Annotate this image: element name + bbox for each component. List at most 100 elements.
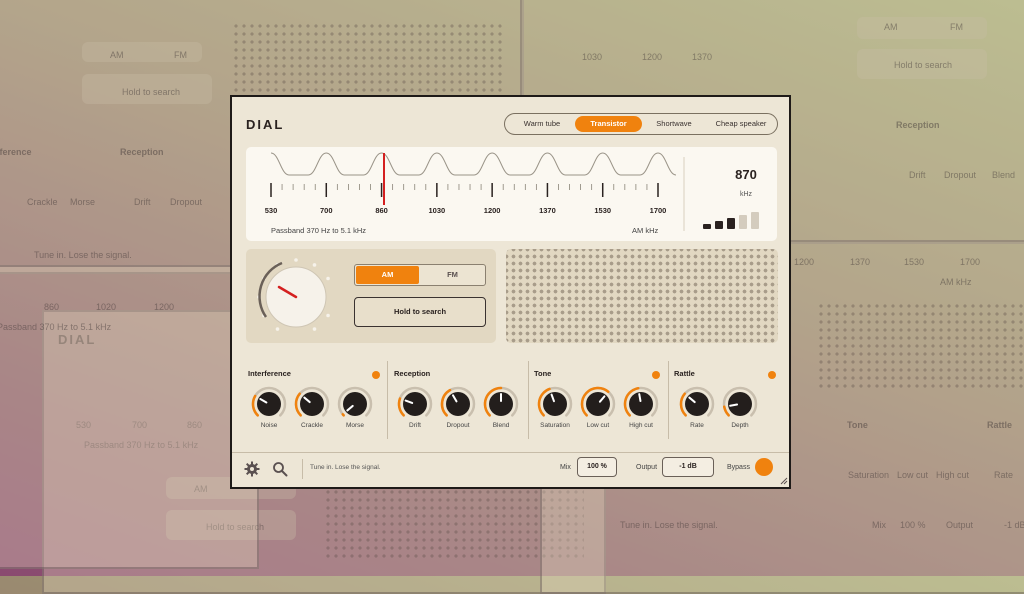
ghost-s-1370b: 1370 bbox=[850, 257, 871, 267]
tuner-panel: AM FM Hold to search bbox=[246, 249, 496, 343]
search-icon[interactable] bbox=[272, 461, 288, 477]
ghost-rattle: Rattle bbox=[987, 420, 1013, 430]
ghost-dropout: Dropout bbox=[170, 197, 203, 207]
scale-label: 530 bbox=[265, 206, 278, 215]
ghost-output: Output bbox=[946, 520, 974, 530]
ghost-am-2: AM bbox=[884, 22, 898, 32]
ghost-s-1200c: 1200 bbox=[154, 302, 175, 312]
tuner-dot bbox=[326, 313, 330, 318]
frequency-unit: kHz bbox=[739, 191, 753, 198]
preset-warm-tube[interactable]: Warm tube bbox=[509, 116, 575, 132]
ghost-reception: Reception bbox=[120, 147, 164, 157]
ghost-s-1030: 1030 bbox=[582, 52, 603, 62]
knob-body bbox=[257, 392, 281, 416]
knob-body bbox=[685, 392, 709, 416]
preset-selector: Warm tube Transistor Shortwave Cheap spe… bbox=[504, 113, 778, 135]
knob-pointer bbox=[729, 403, 739, 407]
signal-bar bbox=[751, 212, 759, 229]
band-fm-button[interactable]: FM bbox=[421, 266, 484, 284]
section-title-tone: Tone bbox=[534, 369, 552, 378]
knob-drift[interactable]: Drift bbox=[396, 385, 434, 435]
output-value-field[interactable]: -1 dB bbox=[662, 457, 714, 477]
section-led-rattle[interactable] bbox=[768, 371, 776, 379]
footer-bar: Tune in. Lose the signal. Mix 100 % Outp… bbox=[232, 452, 789, 487]
ghost-drift-2: Drift bbox=[909, 170, 926, 180]
ghost-hold-2: Hold to search bbox=[894, 60, 953, 70]
ghost-reception-2: Reception bbox=[896, 120, 940, 130]
knob-depth[interactable]: Depth bbox=[721, 385, 759, 435]
knob-value-arc bbox=[341, 413, 345, 417]
scale-label: 1030 bbox=[429, 206, 446, 215]
knob-rate[interactable]: Rate bbox=[678, 385, 716, 435]
preset-shortwave[interactable]: Shortwave bbox=[642, 116, 706, 132]
bypass-toggle[interactable] bbox=[755, 458, 773, 476]
signal-bar bbox=[739, 215, 747, 229]
ghost-rate: Rate bbox=[994, 470, 1014, 480]
knob-crackle[interactable]: Crackle bbox=[293, 385, 331, 435]
ghost-am: AM bbox=[110, 50, 124, 60]
mix-value-field[interactable]: 100 % bbox=[577, 457, 617, 477]
section-led-interference[interactable] bbox=[372, 371, 380, 379]
passband-text: Passband 370 Hz to 5.1 kHz bbox=[271, 226, 367, 235]
ghost-amkhz: AM kHz bbox=[940, 277, 972, 287]
knob-dropout[interactable]: Dropout bbox=[439, 385, 477, 435]
band-switch: AM FM bbox=[354, 264, 486, 286]
ghost-s-1020c: 1020 bbox=[96, 302, 117, 312]
preset-cheap-speaker[interactable]: Cheap speaker bbox=[706, 116, 776, 132]
section-title-interference: Interference bbox=[248, 369, 291, 378]
knob-body bbox=[446, 392, 470, 416]
knob-high-cut[interactable]: High cut bbox=[622, 385, 660, 435]
knob-morse[interactable]: Morse bbox=[336, 385, 374, 435]
signal-bar bbox=[703, 224, 711, 229]
mix-label: Mix bbox=[560, 464, 571, 471]
ghost-crackle: Crackle bbox=[27, 197, 58, 207]
status-text: Tune in. Lose the signal. bbox=[310, 464, 381, 471]
plugin-window: DIAL Warm tube Transistor Shortwave Chea… bbox=[230, 95, 791, 489]
scale-label: 1370 bbox=[539, 206, 556, 215]
knob-body bbox=[300, 392, 324, 416]
knob-pointer bbox=[638, 393, 642, 403]
ghost-morse: Morse bbox=[70, 197, 96, 207]
ghost-status: Tune in. Lose the signal. bbox=[34, 250, 132, 260]
knob-value-arc bbox=[397, 397, 405, 417]
ghost-lowcut: Low cut bbox=[897, 470, 929, 480]
resize-grip-icon[interactable] bbox=[780, 477, 788, 485]
hold-to-search-button[interactable]: Hold to search bbox=[354, 297, 486, 327]
band-unit-text: AM kHz bbox=[632, 226, 659, 235]
scale-label: 1700 bbox=[650, 206, 667, 215]
knob-body bbox=[728, 392, 752, 416]
ghost-fm: FM bbox=[174, 50, 187, 60]
knob-body bbox=[543, 392, 567, 416]
section-interference: Interference Noise Crackle Morse bbox=[248, 359, 382, 445]
ghost-blend-2: Blend bbox=[992, 170, 1016, 180]
signal-bar bbox=[727, 218, 735, 229]
ghost-mix: Mix bbox=[872, 520, 886, 530]
passband-curve-group bbox=[270, 152, 677, 176]
scale-label: 860 bbox=[375, 206, 388, 215]
dial-ticks bbox=[270, 183, 659, 197]
section-led-tone[interactable] bbox=[652, 371, 660, 379]
knob-body bbox=[629, 392, 653, 416]
preset-transistor[interactable]: Transistor bbox=[575, 116, 642, 132]
band-am-button[interactable]: AM bbox=[356, 266, 419, 284]
ghost-tone: Tone bbox=[847, 420, 868, 430]
tuner-dot bbox=[326, 276, 330, 281]
gear-icon[interactable] bbox=[244, 461, 260, 477]
passband-curve bbox=[270, 152, 677, 176]
tuner-dot bbox=[294, 258, 298, 262]
dial-scale-labels: 530 700 860 1030 1200 1370 1530 1700 bbox=[265, 206, 667, 215]
knob-saturation[interactable]: Saturation bbox=[536, 385, 574, 435]
section-tone: Tone Saturation Low cut High cut bbox=[534, 359, 662, 445]
ghost-output-val: -1 dB bbox=[1004, 520, 1024, 530]
signal-bar bbox=[715, 221, 723, 229]
ghost-passband-2: Passband 370 Hz to 5.1 kHz bbox=[0, 322, 112, 332]
ghost-s-1530b: 1530 bbox=[904, 257, 925, 267]
tuning-dial-display: 530 700 860 1030 1200 1370 1530 1700 870 kHz Pa… bbox=[246, 147, 777, 241]
knob-noise[interactable]: Noise bbox=[250, 385, 288, 435]
output-label: Output bbox=[636, 464, 658, 471]
tuner-dot bbox=[312, 263, 317, 267]
knob-low-cut[interactable]: Low cut bbox=[579, 385, 617, 435]
tuning-knob[interactable] bbox=[254, 255, 338, 339]
knob-blend[interactable]: Blend bbox=[482, 385, 520, 435]
signal-strength-meter bbox=[703, 212, 759, 229]
